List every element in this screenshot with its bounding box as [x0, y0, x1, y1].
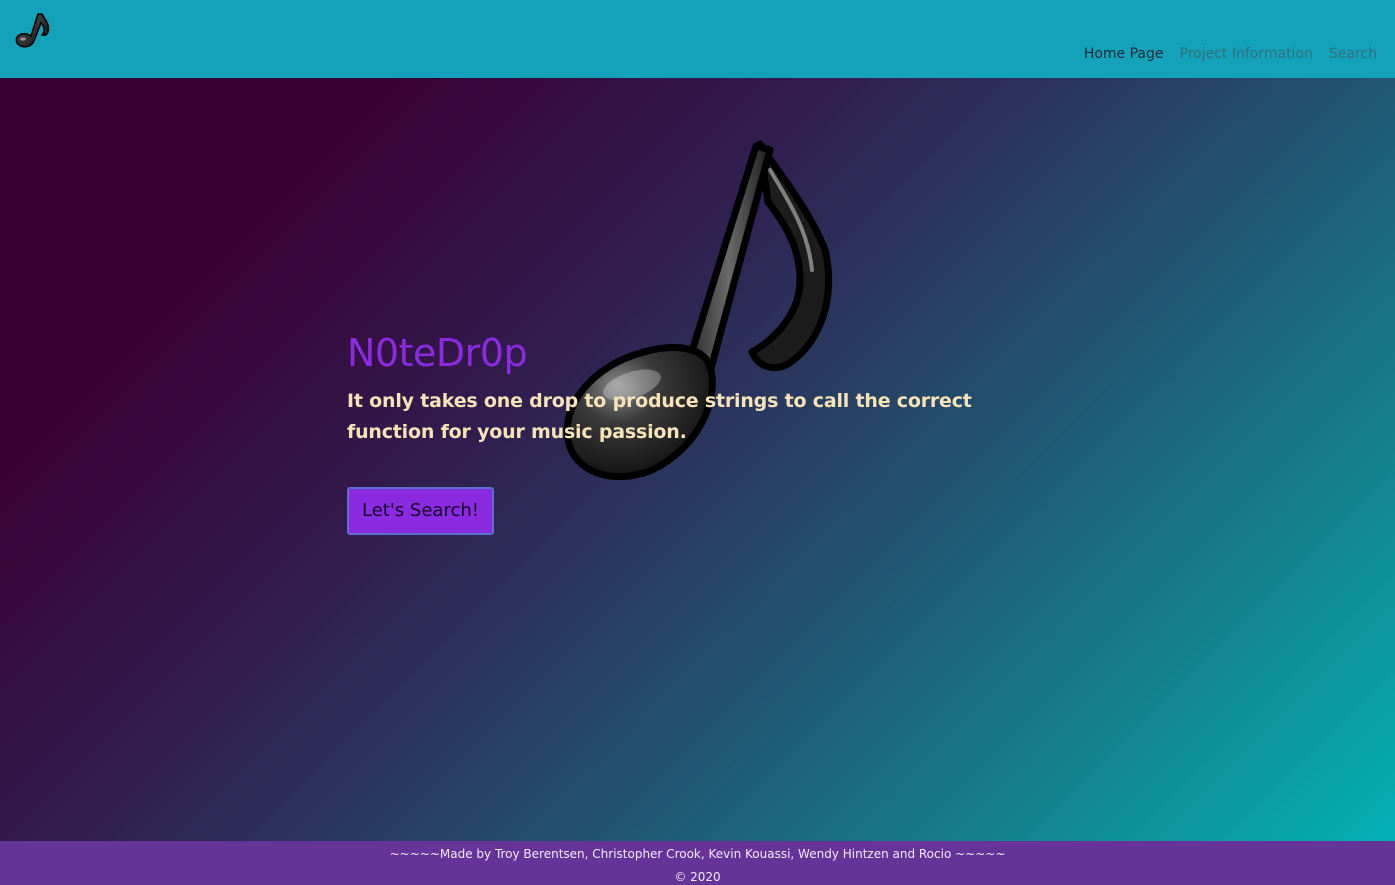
navbar: Home Page Project Information Search	[0, 0, 1395, 78]
hero-content: N0teDr0p It only takes one drop to produ…	[347, 330, 1047, 535]
music-note-icon[interactable]	[12, 8, 54, 52]
nav-links: Home Page Project Information Search	[1084, 46, 1377, 62]
footer: ~~~~~Made by Troy Berentsen, Christopher…	[0, 841, 1395, 885]
nav-link-home[interactable]: Home Page	[1084, 46, 1164, 62]
nav-link-search[interactable]: Search	[1329, 46, 1377, 62]
nav-link-project-information[interactable]: Project Information	[1180, 46, 1313, 62]
page-title: N0teDr0p	[347, 331, 528, 375]
hero-section: N0teDr0p It only takes one drop to produ…	[0, 78, 1395, 841]
lets-search-button[interactable]: Let's Search!	[347, 487, 494, 535]
hero-subtitle: It only takes one drop to produce string…	[347, 390, 972, 443]
footer-credits: ~~~~~Made by Troy Berentsen, Christopher…	[389, 847, 1006, 861]
footer-copyright: © 2020	[674, 870, 721, 884]
